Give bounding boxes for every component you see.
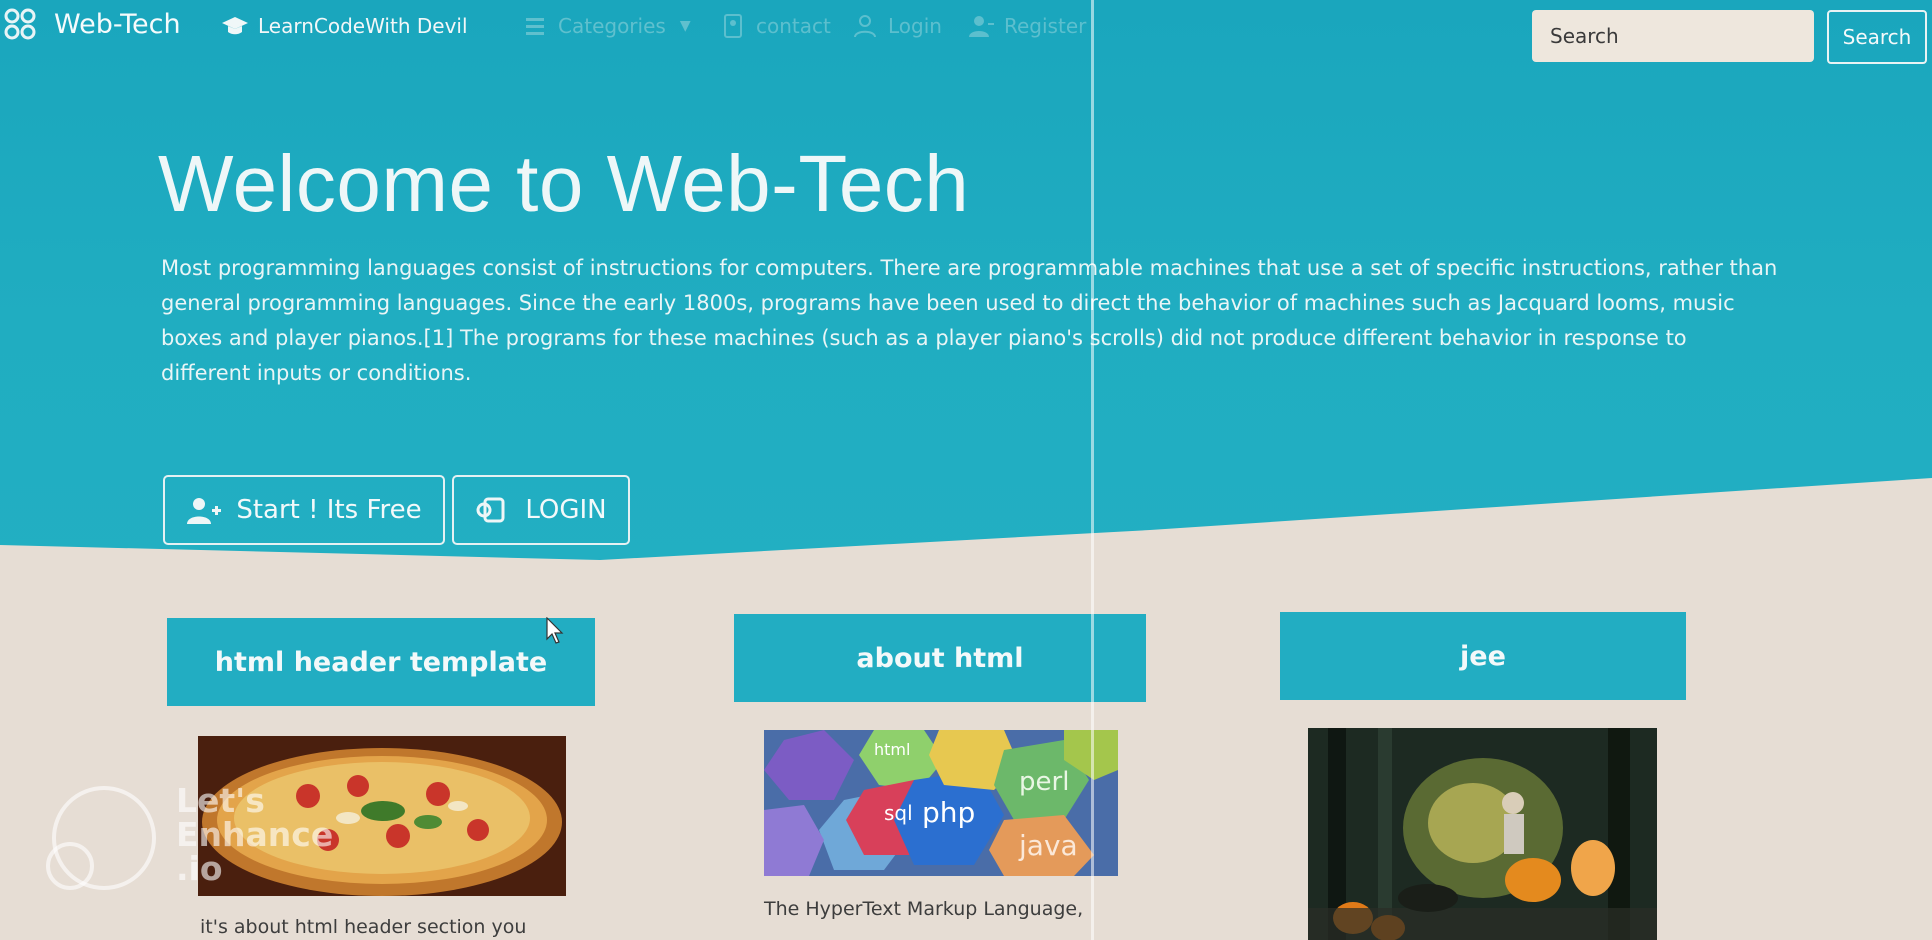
search-input[interactable] <box>1532 10 1814 62</box>
page: Web-Tech LearnCodeWith Devil Categories … <box>0 0 1932 940</box>
search-button[interactable]: Search <box>1827 10 1927 64</box>
start-free-button[interactable]: Start ! Its Free <box>163 475 445 545</box>
svg-text:php: php <box>922 796 975 829</box>
sign-in-icon <box>476 497 505 523</box>
card-text-html-header-template: it's about html header section you <box>200 916 527 938</box>
navbar: Web-Tech LearnCodeWith Devil Categories … <box>0 0 1932 64</box>
nav-categories-dropdown[interactable]: Categories ▼ <box>522 8 691 44</box>
nav-login-label: Login <box>888 14 942 38</box>
nav-learn-label: LearnCodeWith Devil <box>258 14 468 38</box>
lets-enhance-watermark: Let's Enhance .io <box>46 784 346 894</box>
svg-text:sql: sql <box>884 801 913 825</box>
user-icon <box>854 15 876 38</box>
screen-artifact-line <box>1091 0 1094 940</box>
nav-register-link[interactable]: Register <box>968 8 1086 44</box>
hero-login-label: LOGIN <box>525 495 607 525</box>
card-title-about-html[interactable]: about html <box>734 614 1146 702</box>
svg-text:perl: perl <box>1019 767 1069 797</box>
list-icon <box>526 18 544 35</box>
chevron-down-icon: ▼ <box>679 18 691 34</box>
brand-label: Web-Tech <box>54 8 181 40</box>
user-plus-icon <box>187 498 222 524</box>
card-image-forest-scene <box>1308 728 1657 940</box>
watermark-line-3: .io <box>176 849 223 888</box>
watermark-line-2: Enhance <box>176 815 334 854</box>
watermark-logo-icon <box>46 786 156 890</box>
card-text-about-html: The HyperText Markup Language, <box>764 898 1084 920</box>
contact-card-icon <box>724 14 742 38</box>
svg-text:java: java <box>1018 829 1078 862</box>
card-image-programming-hexagons: sql php perl java html <box>764 730 1118 876</box>
svg-text:html: html <box>874 740 910 759</box>
hero-description: Most programming languages consist of in… <box>161 256 1778 385</box>
card-title-jee[interactable]: jee <box>1280 612 1686 700</box>
card-title-html-header-template[interactable]: html header template <box>167 618 595 706</box>
start-free-label: Start ! Its Free <box>236 495 422 525</box>
nav-categories-label: Categories <box>558 14 666 38</box>
nav-learn-link[interactable]: LearnCodeWith Devil <box>222 8 468 44</box>
nav-contact-link[interactable]: contact <box>720 8 831 44</box>
brand[interactable]: Web-Tech <box>0 4 181 44</box>
nav-register-label: Register <box>1004 14 1087 38</box>
nav-login-link[interactable]: Login <box>852 8 942 44</box>
network-logo-icon <box>4 8 36 40</box>
mouse-cursor-icon <box>546 617 564 644</box>
hero-login-button[interactable]: LOGIN <box>452 475 630 545</box>
user-plus-icon <box>969 16 994 37</box>
watermark-line-1: Let's <box>176 781 265 820</box>
hero-title: Welcome to Web-Tech <box>158 139 970 228</box>
graduation-cap-icon <box>222 17 248 35</box>
nav-contact-label: contact <box>756 14 831 38</box>
